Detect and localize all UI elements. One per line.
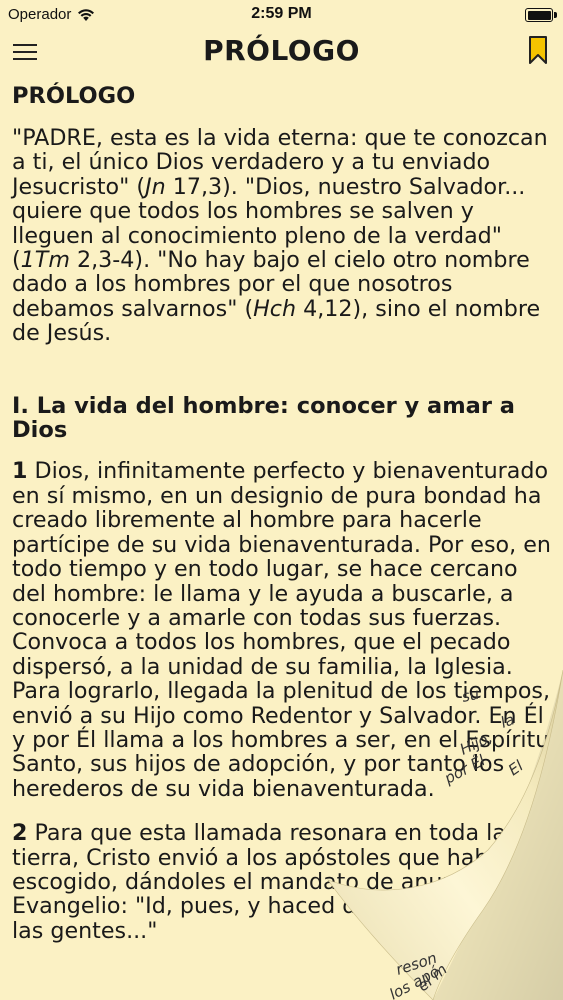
paragraph-2: 2 Para que esta llamada resonara en toda… [12, 821, 552, 943]
curl-word: los apó [386, 962, 442, 1000]
intro-ref-1tm: 1Tm [20, 247, 70, 274]
intro-ref-jn: Jn [145, 173, 166, 200]
intro-ref-hch: Hch [253, 295, 297, 322]
nav-bar: PRÓLOGO [0, 32, 563, 72]
article-heading: PRÓLOGO [12, 83, 136, 109]
paragraph-number: 1 [12, 458, 28, 485]
paragraph-text: Para que esta llamada resonara en toda l… [12, 820, 542, 944]
status-time: 2:59 PM [251, 5, 312, 22]
section-title: I. La vida del hombre: conocer y amar a … [12, 392, 515, 444]
intro-paragraph: "PADRE, esta es la vida eterna: que te c… [12, 126, 552, 346]
nav-title: PRÓLOGO [203, 34, 360, 67]
paragraph-text: Dios, infinitamente perfecto y bienavent… [12, 458, 551, 802]
article-content: PRÓLOGO "PADRE, esta es la vida eterna: … [12, 82, 552, 963]
paragraph-number: 2 [12, 820, 28, 847]
paragraph-1: 1 Dios, infinitamente perfecto y bienave… [12, 459, 552, 801]
status-bar: Operador 2:59 PM [0, 0, 563, 32]
battery-icon [525, 8, 557, 22]
bookmark-icon[interactable] [527, 35, 549, 65]
curl-word: el m [414, 960, 451, 995]
